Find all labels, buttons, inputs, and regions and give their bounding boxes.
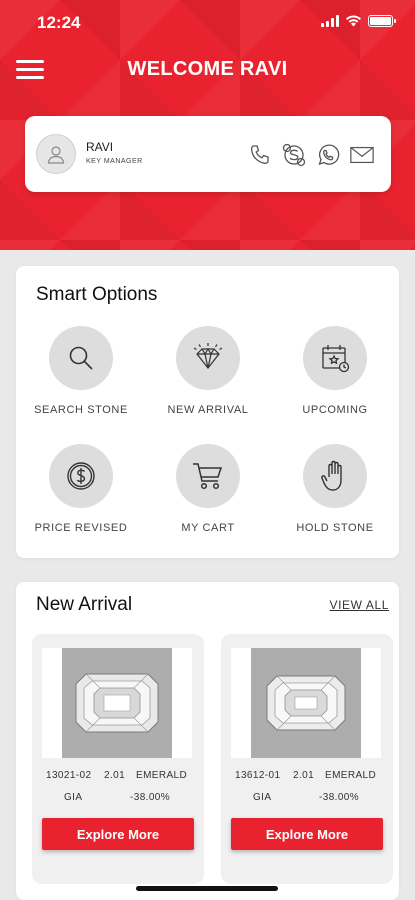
- option-hold-stone[interactable]: HOLD STONE: [275, 444, 395, 534]
- cart-icon: [193, 463, 223, 490]
- explore-more-button[interactable]: Explore More: [231, 818, 383, 850]
- smart-options-title: Smart Options: [36, 284, 158, 305]
- smart-options-panel: Smart Options SEARCH STONE NEW ARRIVAL U…: [16, 266, 399, 558]
- product-card[interactable]: 13021-02 2.01 EMERALD GIA -38.00% Explor…: [32, 634, 204, 884]
- skype-icon[interactable]: [281, 142, 307, 168]
- new-arrival-title: New Arrival: [36, 594, 133, 615]
- lab: GIA: [253, 792, 272, 803]
- option-label: SEARCH STONE: [34, 404, 128, 416]
- status-time: 12:24: [37, 13, 81, 32]
- calendar-icon: [322, 345, 350, 373]
- option-label: HOLD STONE: [296, 522, 374, 534]
- diamond-image: [251, 648, 361, 758]
- carat: 2.01: [104, 770, 126, 781]
- manager-name: RAVI: [86, 140, 114, 154]
- option-label: UPCOMING: [302, 404, 368, 416]
- new-arrival-panel: New Arrival VIEW ALL 13021-02 2.01 EMERA…: [16, 582, 399, 900]
- shape: EMERALD: [325, 770, 377, 781]
- stock-id: 13021-02: [46, 770, 92, 781]
- lab: GIA: [64, 792, 83, 803]
- hand-icon: [321, 460, 342, 491]
- manager-card: RAVI KEY MANAGER: [25, 116, 391, 192]
- option-new-arrival[interactable]: NEW ARRIVAL: [148, 326, 268, 416]
- page-title: WELCOME RAVI: [127, 58, 288, 80]
- status-bar: 12:24: [0, 0, 415, 46]
- shape: EMERALD: [136, 770, 188, 781]
- signal-icon: [321, 15, 339, 27]
- option-search-stone[interactable]: SEARCH STONE: [21, 326, 141, 416]
- option-label: MY CART: [181, 522, 235, 534]
- option-label: PRICE REVISED: [34, 522, 128, 534]
- view-all-link[interactable]: VIEW ALL: [330, 598, 390, 612]
- manager-role: KEY MANAGER: [86, 158, 143, 165]
- explore-more-button[interactable]: Explore More: [42, 818, 194, 850]
- phone-icon[interactable]: [247, 142, 273, 168]
- wifi-icon: [346, 15, 361, 27]
- stock-id: 13612-01: [235, 770, 281, 781]
- option-price-revised[interactable]: PRICE REVISED: [21, 444, 141, 534]
- discount: -38.00%: [319, 792, 360, 803]
- discount: -38.00%: [130, 792, 171, 803]
- battery-icon: [368, 15, 396, 27]
- diamond-icon: [193, 343, 223, 369]
- search-icon: [69, 346, 93, 370]
- whatsapp-icon[interactable]: [315, 142, 341, 168]
- user-icon: [47, 146, 65, 164]
- option-upcoming[interactable]: UPCOMING: [275, 326, 395, 416]
- product-card[interactable]: 13612-01 2.01 EMERALD GIA -38.00% Explor…: [221, 634, 393, 884]
- dollar-icon: [67, 462, 95, 490]
- option-my-cart[interactable]: MY CART: [148, 444, 268, 534]
- mail-icon[interactable]: [349, 142, 375, 168]
- diamond-image: [62, 648, 172, 758]
- carat: 2.01: [293, 770, 315, 781]
- option-label: NEW ARRIVAL: [167, 404, 249, 416]
- home-indicator: [136, 886, 278, 891]
- avatar: [36, 134, 76, 174]
